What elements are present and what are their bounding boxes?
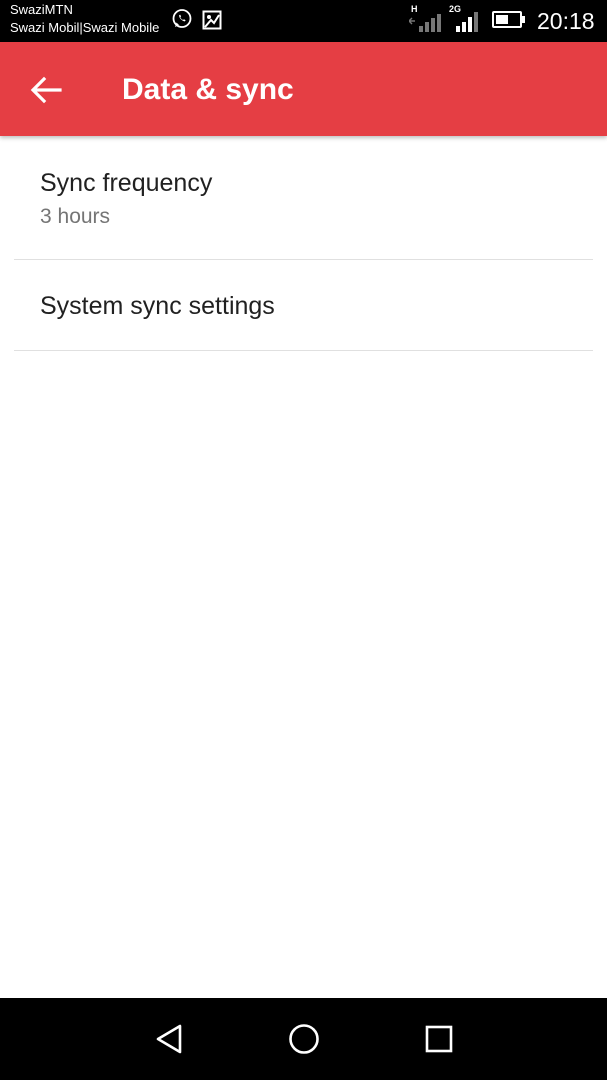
preference-summary: 3 hours — [40, 205, 111, 228]
signal-icon — [409, 14, 441, 32]
battery-level — [496, 15, 508, 24]
image-icon — [202, 10, 222, 30]
whatsapp-icon — [172, 9, 192, 28]
recents-square-icon[interactable] — [419, 1019, 459, 1059]
signal-icon — [456, 12, 478, 32]
network-type-1: H — [411, 4, 418, 14]
clock: 20:18 — [537, 8, 595, 34]
battery-icon — [492, 11, 522, 28]
back-button[interactable] — [22, 66, 70, 114]
navigation-bar — [0, 998, 607, 1080]
page-title: Data & sync — [122, 73, 294, 106]
app-bar: Data & sync — [0, 42, 607, 136]
preference-system-sync-settings[interactable]: System sync settings — [14, 260, 593, 351]
home-circle-icon[interactable] — [284, 1019, 324, 1059]
carrier-name-secondary: Swazi Mobil|Swazi Mobile — [10, 20, 160, 35]
preference-sync-frequency[interactable]: Sync frequency 3 hours — [14, 137, 593, 260]
preference-title: Sync frequency — [40, 169, 213, 197]
arrow-back-icon[interactable] — [22, 66, 70, 114]
preference-title: System sync settings — [40, 292, 275, 320]
status-bar: SwaziMTN Swazi Mobil|Swazi Mobile H 2G 2… — [0, 0, 607, 42]
battery-tip — [522, 16, 525, 23]
back-triangle-icon[interactable] — [150, 1019, 190, 1059]
carrier-name-primary: SwaziMTN — [10, 2, 73, 17]
